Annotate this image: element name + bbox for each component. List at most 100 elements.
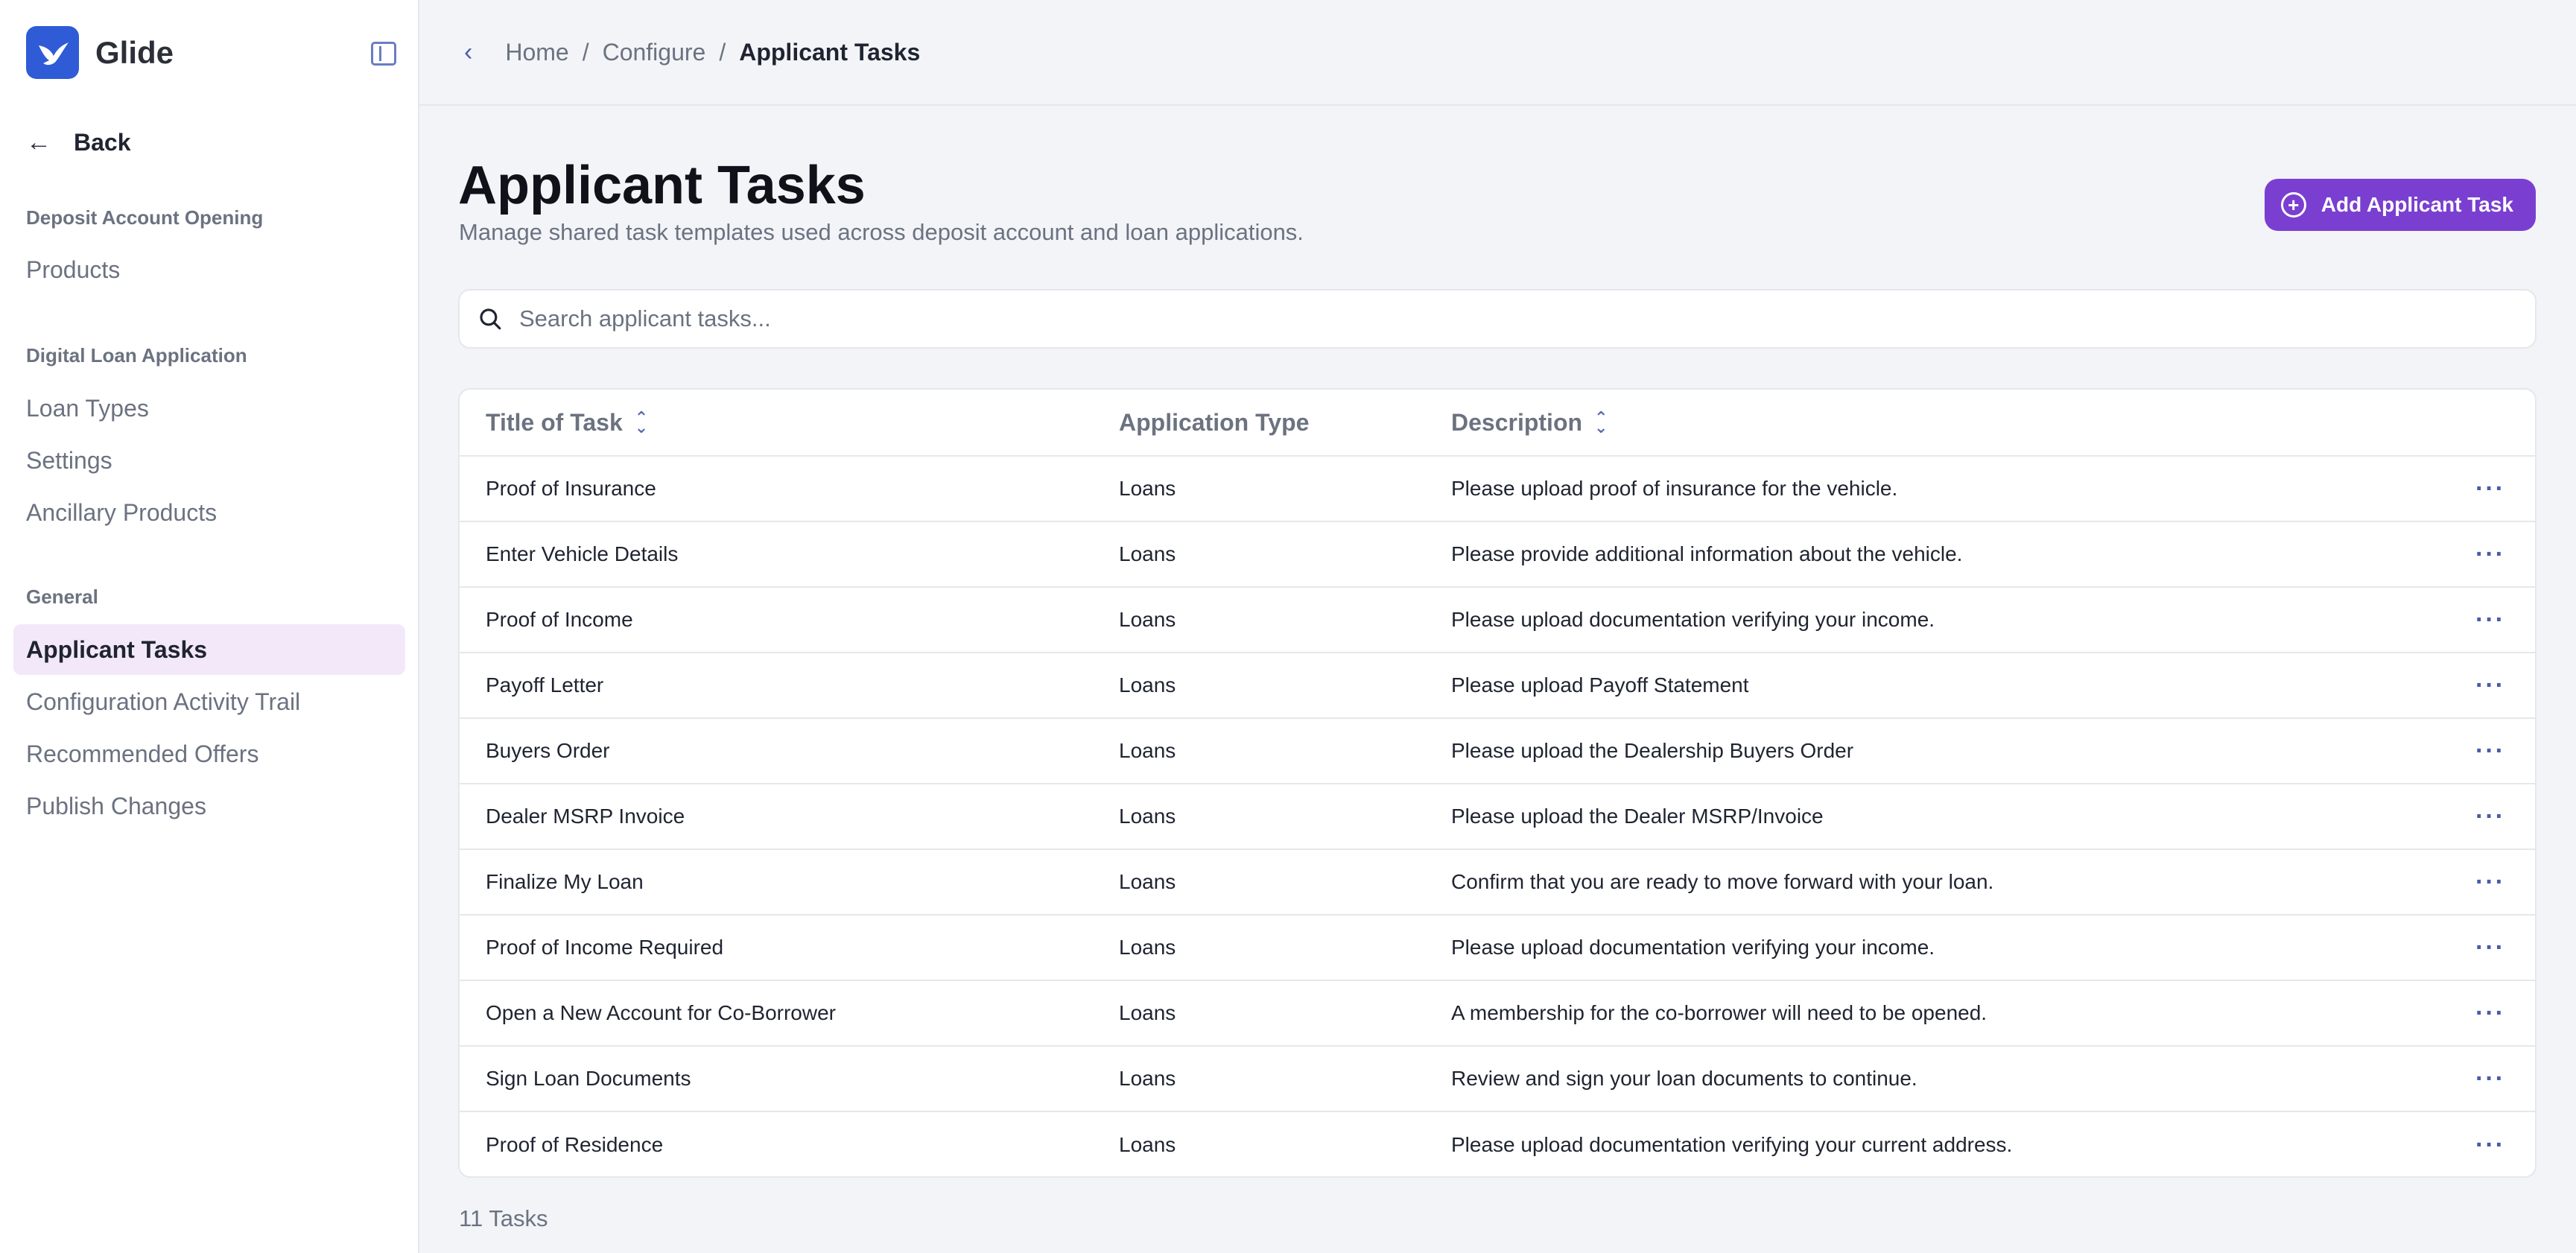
page-subtitle: Manage shared task templates used across… — [459, 219, 1304, 245]
more-horizontal-icon[interactable]: ··· — [2475, 1131, 2505, 1160]
search-input[interactable] — [518, 305, 2455, 333]
table-row[interactable]: Payoff Letter Loans Please upload Payoff… — [460, 653, 2535, 719]
column-description-header[interactable]: Description ⌃ ⌄ — [1425, 409, 2446, 437]
task-description: Confirm that you are ready to move forwa… — [1451, 870, 1994, 893]
column-title-header[interactable]: Title of Task ⌃ ⌄ — [460, 409, 1093, 437]
task-type: Loans — [1119, 870, 1176, 893]
column-title-label: Title of Task — [486, 408, 623, 436]
column-application-type-header: Application Type — [1119, 408, 1310, 436]
sort-icon[interactable]: ⌃ ⌄ — [635, 409, 648, 436]
sort-icon[interactable]: ⌃ ⌄ — [1594, 409, 1608, 436]
task-description: Please upload proof of insurance for the… — [1451, 477, 1898, 500]
more-horizontal-icon[interactable]: ··· — [2475, 606, 2505, 635]
more-horizontal-icon[interactable]: ··· — [2475, 540, 2505, 569]
task-title: Dealer MSRP Invoice — [486, 805, 685, 828]
sidebar-item-ancillary-products[interactable]: Ancillary Products — [13, 487, 405, 538]
task-type: Loans — [1119, 1067, 1176, 1090]
table-row[interactable]: Proof of Income Required Loans Please up… — [460, 916, 2535, 981]
sidebar-item-loan-types[interactable]: Loan Types — [13, 383, 405, 434]
more-horizontal-icon[interactable]: ··· — [2475, 802, 2505, 831]
table-row[interactable]: Sign Loan Documents Loans Review and sig… — [460, 1047, 2535, 1112]
more-horizontal-icon[interactable]: ··· — [2475, 671, 2505, 700]
sidebar-item-products[interactable]: Products — [13, 244, 405, 295]
task-description: Please upload the Dealership Buyers Orde… — [1451, 739, 1854, 762]
sidebar-item-publish-changes[interactable]: Publish Changes — [13, 781, 405, 831]
task-description: Please provide additional information ab… — [1451, 542, 1963, 565]
sidebar-item-settings[interactable]: Settings — [13, 435, 405, 486]
task-title: Open a New Account for Co-Borrower — [486, 1001, 836, 1024]
back-button[interactable]: ← Back — [26, 128, 131, 157]
section-label-general: General — [26, 586, 98, 608]
task-title: Proof of Insurance — [486, 477, 656, 500]
task-description: Review and sign your loan documents to c… — [1451, 1067, 1917, 1090]
task-description: Please upload documentation verifying yo… — [1451, 936, 1935, 959]
sidebar-toggle-icon[interactable] — [371, 42, 396, 66]
more-horizontal-icon[interactable]: ··· — [2475, 999, 2505, 1028]
table-header: Title of Task ⌃ ⌄ Application Type Descri… — [460, 390, 2535, 457]
task-description: Please upload documentation verifying yo… — [1451, 608, 1935, 631]
task-type: Loans — [1119, 673, 1176, 697]
sidebar-item-configuration-activity-trail[interactable]: Configuration Activity Trail — [13, 676, 405, 727]
plus-circle-icon: + — [2280, 192, 2306, 218]
task-type: Loans — [1119, 1001, 1176, 1024]
task-type: Loans — [1119, 805, 1176, 828]
task-type: Loans — [1119, 936, 1176, 959]
more-horizontal-icon[interactable]: ··· — [2475, 868, 2505, 897]
section-label-deposit: Deposit Account Opening — [26, 206, 264, 229]
task-description: A membership for the co-borrower will ne… — [1451, 1001, 1987, 1024]
more-horizontal-icon[interactable]: ··· — [2475, 737, 2505, 766]
sidebar: Glide ← Back Deposit Account Opening Pro… — [0, 0, 419, 1253]
task-title: Finalize My Loan — [486, 870, 644, 893]
task-title: Enter Vehicle Details — [486, 542, 679, 565]
back-label: Back — [74, 129, 131, 156]
task-title: Proof of Residence — [486, 1133, 664, 1156]
table-row[interactable]: Buyers Order Loans Please upload the Dea… — [460, 719, 2535, 784]
brand-name: Glide — [95, 34, 174, 70]
tasks-table: Title of Task ⌃ ⌄ Application Type Descri… — [458, 388, 2537, 1178]
page-title: Applicant Tasks — [458, 156, 866, 215]
main-content: ‹ Home / Configure / Applicant Tasks App… — [419, 0, 2576, 1253]
sidebar-item-applicant-tasks[interactable]: Applicant Tasks — [13, 624, 405, 675]
breadcrumb-separator: / — [582, 38, 589, 66]
more-horizontal-icon[interactable]: ··· — [2475, 1065, 2505, 1094]
task-type: Loans — [1119, 1133, 1176, 1156]
table-row[interactable]: Proof of Insurance Loans Please upload p… — [460, 457, 2535, 522]
bird-logo-icon — [26, 26, 79, 79]
search-bar[interactable] — [458, 289, 2537, 349]
task-title: Payoff Letter — [486, 673, 604, 697]
table-row[interactable]: Enter Vehicle Details Loans Please provi… — [460, 522, 2535, 588]
sidebar-item-recommended-offers[interactable]: Recommended Offers — [13, 729, 405, 779]
add-applicant-task-button[interactable]: + Add Applicant Task — [2264, 179, 2536, 231]
section-label-digital-loan: Digital Loan Application — [26, 344, 247, 367]
breadcrumb: ‹ Home / Configure / Applicant Tasks — [419, 0, 2576, 106]
table-row[interactable]: Proof of Income Loans Please upload docu… — [460, 588, 2535, 653]
task-description: Please upload documentation verifying yo… — [1451, 1133, 2013, 1156]
breadcrumb-current: Applicant Tasks — [739, 38, 921, 66]
task-count: 11 Tasks — [459, 1205, 548, 1231]
column-description-label: Description — [1451, 408, 1583, 436]
table-row[interactable]: Finalize My Loan Loans Confirm that you … — [460, 850, 2535, 916]
more-horizontal-icon[interactable]: ··· — [2475, 475, 2505, 504]
task-description: Please upload Payoff Statement — [1451, 673, 1749, 697]
task-title: Proof of Income — [486, 608, 633, 631]
task-title: Sign Loan Documents — [486, 1067, 691, 1090]
table-row[interactable]: Open a New Account for Co-Borrower Loans… — [460, 981, 2535, 1047]
task-type: Loans — [1119, 608, 1176, 631]
add-button-label: Add Applicant Task — [2320, 193, 2513, 216]
task-type: Loans — [1119, 739, 1176, 762]
chevron-left-icon[interactable]: ‹ — [464, 38, 472, 67]
search-icon — [480, 308, 501, 330]
breadcrumb-configure[interactable]: Configure — [603, 39, 706, 66]
table-row[interactable]: Dealer MSRP Invoice Loans Please upload … — [460, 784, 2535, 850]
task-type: Loans — [1119, 542, 1176, 565]
arrow-left-icon: ← — [26, 128, 51, 156]
more-horizontal-icon[interactable]: ··· — [2475, 933, 2505, 962]
task-description: Please upload the Dealer MSRP/Invoice — [1451, 805, 1824, 828]
breadcrumb-separator: / — [719, 38, 726, 66]
task-title: Buyers Order — [486, 739, 610, 762]
breadcrumb-home[interactable]: Home — [505, 39, 568, 66]
table-row[interactable]: Proof of Residence Loans Please upload d… — [460, 1112, 2535, 1176]
task-type: Loans — [1119, 477, 1176, 500]
brand[interactable]: Glide — [26, 26, 174, 79]
app-root: Glide ← Back Deposit Account Opening Pro… — [0, 0, 2576, 1253]
